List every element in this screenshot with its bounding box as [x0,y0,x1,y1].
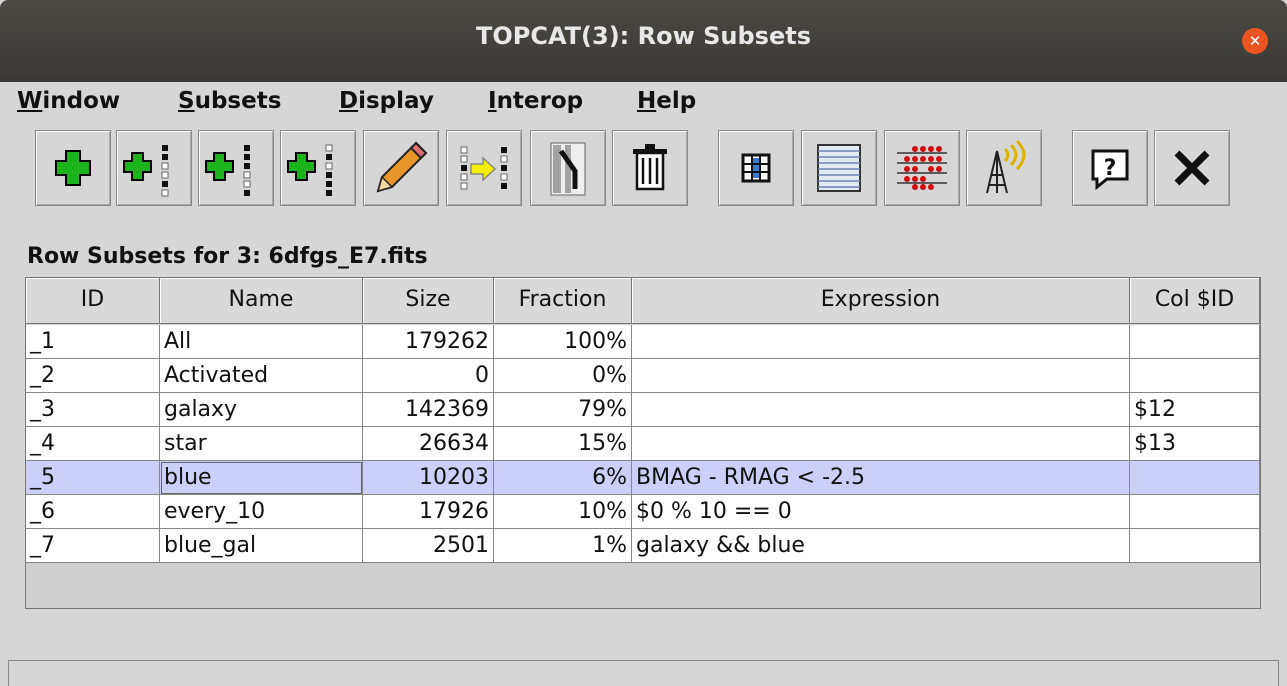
cell-col-id[interactable] [1130,495,1260,529]
cell-name[interactable]: All [160,325,363,359]
cell-id[interactable]: _5 [26,461,160,495]
column-header-id[interactable]: ID [26,278,160,324]
cell-fraction[interactable]: 0% [494,359,632,393]
add-subset-button[interactable] [35,130,111,206]
cell-size[interactable]: 26634 [363,427,494,461]
help-button[interactable]: ? [1072,130,1148,206]
cell-size[interactable]: 10203 [363,461,494,495]
cell-fraction[interactable]: 15% [494,427,632,461]
broadcast-icon [986,139,1026,194]
menu-display[interactable]: Display [339,88,434,114]
cell-id[interactable]: _3 [26,393,160,427]
invert-subset-icon [550,142,586,196]
cell-size[interactable]: 142369 [363,393,494,427]
close-window-button[interactable] [1154,130,1230,206]
menu-help[interactable]: Help [637,88,696,114]
title-bar: TOPCAT(3): Row Subsets ✕ [0,0,1287,82]
add-subset-column-icon-3 [287,144,333,196]
cell-expression[interactable]: galaxy && blue [632,529,1130,563]
add-subset-column-button-3[interactable] [280,130,356,206]
cell-size[interactable]: 0 [363,359,494,393]
cell-expression[interactable] [632,393,1130,427]
cell-col-id[interactable] [1130,325,1260,359]
menu-window[interactable]: Window [17,88,120,114]
cell-expression[interactable]: BMAG - RMAG < -2.5 [632,461,1130,495]
cell-id[interactable]: _4 [26,427,160,461]
table-header: ID Name Size Fraction Expression Col $ID [26,278,1260,325]
table-row[interactable]: _3 galaxy 142369 79% $12 [26,393,1260,427]
cell-col-id[interactable] [1130,461,1260,495]
table-row[interactable]: _5 blue 10203 6% BMAG - RMAG < -2.5 [26,461,1260,495]
menu-interop[interactable]: Interop [488,88,583,114]
close-x-icon [1174,150,1210,186]
cell-col-id[interactable]: $13 [1130,427,1260,461]
column-header-fraction[interactable]: Fraction [494,278,632,324]
table-data-icon [817,144,861,192]
table-data-button[interactable] [801,130,877,206]
column-header-size[interactable]: Size [363,278,494,324]
window-title: TOPCAT(3): Row Subsets [475,22,811,50]
cell-col-id[interactable] [1130,359,1260,393]
delete-trash-icon [633,144,667,191]
add-subset-column-icon-2 [205,145,251,196]
cell-id[interactable]: _2 [26,359,160,393]
section-title: Row Subsets for 3: 6dfgs_E7.fits [27,244,428,269]
column-info-icon [741,153,771,183]
table-row[interactable]: _2 Activated 0 0% [26,359,1260,393]
window-close-button[interactable]: ✕ [1242,28,1268,54]
cell-id[interactable]: _1 [26,325,160,359]
cell-id[interactable]: _6 [26,495,160,529]
cell-expression[interactable] [632,325,1130,359]
column-header-name[interactable]: Name [160,278,363,324]
menu-subsets[interactable]: Subsets [178,88,281,114]
statistics-button[interactable] [884,130,960,206]
edit-subset-button[interactable] [363,130,439,206]
broadcast-button[interactable] [966,130,1042,206]
cell-size[interactable]: 179262 [363,325,494,359]
table-row[interactable]: _6 every_10 17926 10% $0 % 10 == 0 [26,495,1260,529]
table-row[interactable]: _4 star 26634 15% $13 [26,427,1260,461]
add-subset-column-button-2[interactable] [198,130,274,206]
cell-fraction[interactable]: 79% [494,393,632,427]
status-bar [8,660,1279,686]
cell-size[interactable]: 2501 [363,529,494,563]
cell-fraction[interactable]: 6% [494,461,632,495]
column-header-col-id[interactable]: Col $ID [1130,278,1260,324]
cell-id[interactable]: _7 [26,529,160,563]
cell-fraction[interactable]: 1% [494,529,632,563]
cell-expression[interactable] [632,359,1130,393]
table-row[interactable]: _1 All 179262 100% [26,325,1260,359]
svg-text:?: ? [1104,156,1117,181]
cell-name[interactable]: blue [160,461,363,495]
cell-fraction[interactable]: 10% [494,495,632,529]
cell-col-id[interactable] [1130,529,1260,563]
cell-name[interactable]: blue_gal [160,529,363,563]
delete-subset-button[interactable] [612,130,688,206]
statistics-icon [897,146,947,190]
cell-name[interactable]: galaxy [160,393,363,427]
column-info-button[interactable] [718,130,794,206]
help-icon: ? [1091,149,1129,191]
add-subset-column-icon [123,145,169,197]
import-subset-icon [460,146,508,190]
menu-bar: Window Subsets Display Interop Help [0,82,1287,122]
import-subset-button[interactable] [446,130,522,206]
add-subset-icon [55,150,91,186]
edit-pencil-icon [376,141,428,193]
column-header-expression[interactable]: Expression [632,278,1130,324]
cell-size[interactable]: 17926 [363,495,494,529]
cell-fraction[interactable]: 100% [494,325,632,359]
table-row[interactable]: _7 blue_gal 2501 1% galaxy && blue [26,529,1260,563]
cell-name[interactable]: star [160,427,363,461]
cell-name[interactable]: Activated [160,359,363,393]
cell-expression[interactable]: $0 % 10 == 0 [632,495,1130,529]
subsets-table: ID Name Size Fraction Expression Col $ID… [25,277,1261,609]
cell-name[interactable]: every_10 [160,495,363,529]
add-subset-column-button-1[interactable] [116,130,192,206]
cell-expression[interactable] [632,427,1130,461]
cell-col-id[interactable]: $12 [1130,393,1260,427]
invert-subset-button[interactable] [530,130,606,206]
